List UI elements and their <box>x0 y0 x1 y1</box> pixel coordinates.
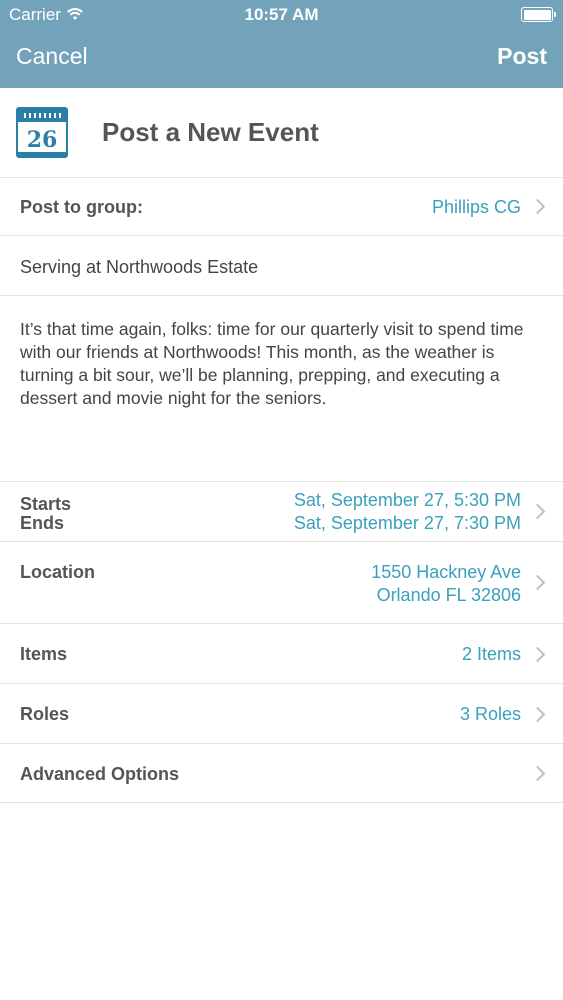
advanced-options-label: Advanced Options <box>20 764 180 784</box>
items-row[interactable]: Items 2 Items <box>0 624 563 684</box>
chevron-right-icon <box>529 503 546 520</box>
cancel-button[interactable]: Cancel <box>16 43 88 70</box>
roles-label: Roles <box>20 704 70 724</box>
clock: 10:57 AM <box>244 5 319 24</box>
chevron-right-icon <box>529 765 546 782</box>
description-field[interactable]: It’s that time again, folks: time for ou… <box>0 296 563 482</box>
calendar-day: 26 <box>27 127 58 153</box>
group-label: Post to group: <box>20 197 143 217</box>
roles-row[interactable]: Roles 3 Roles <box>0 684 563 744</box>
roles-value: 3 Roles <box>459 704 521 724</box>
chevron-right-icon <box>529 646 546 663</box>
location-label: Location <box>20 562 95 582</box>
items-label: Items <box>20 644 68 664</box>
location-row[interactable]: Location 1550 Hackney Ave Orlando FL 328… <box>0 542 563 624</box>
status-bar: Carrier 10:57 AM <box>0 0 563 30</box>
chevron-right-icon <box>529 706 546 723</box>
event-title-field[interactable]: Serving at Northwoods Estate <box>0 236 563 296</box>
starts-value: Sat, September 27, 5:30 PM <box>293 490 521 510</box>
group-row[interactable]: Post to group: Phillips CG <box>0 178 563 236</box>
date-row[interactable]: Starts Ends Sat, September 27, 5:30 PM S… <box>0 482 563 542</box>
description-text: It’s that time again, folks: time for ou… <box>20 319 524 408</box>
ends-value: Sat, September 27, 7:30 PM <box>293 513 521 533</box>
page-title: Post a New Event <box>102 117 319 147</box>
post-button[interactable]: Post <box>497 43 547 70</box>
location-line1: 1550 Hackney Ave <box>371 562 521 582</box>
battery-icon <box>521 7 556 22</box>
chevron-right-icon <box>529 198 546 215</box>
ends-label: Ends <box>20 513 65 533</box>
chevron-right-icon <box>529 574 546 591</box>
starts-label: Starts <box>20 494 72 514</box>
items-value: 2 Items <box>461 644 521 664</box>
calendar-icon: 26 <box>16 105 68 158</box>
location-line2: Orlando FL 32806 <box>376 585 521 605</box>
advanced-options-row[interactable]: Advanced Options <box>0 744 563 803</box>
event-title-text: Serving at Northwoods Estate <box>20 257 259 277</box>
group-value: Phillips CG <box>431 197 521 217</box>
